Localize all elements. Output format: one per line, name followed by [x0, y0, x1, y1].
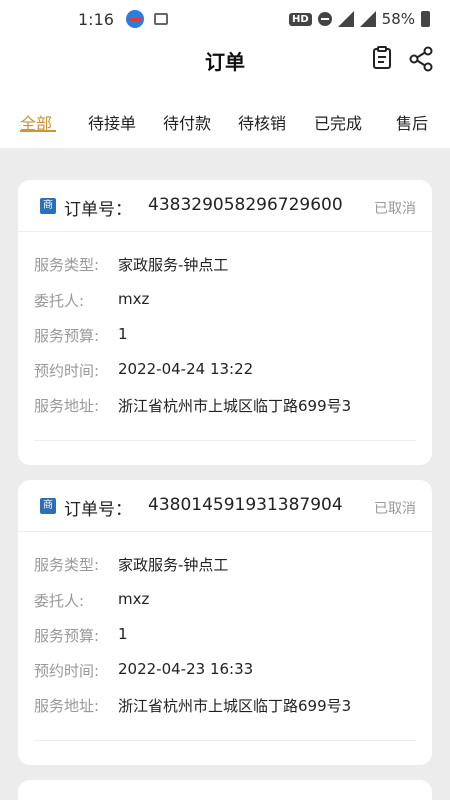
- address-value: 浙江省杭州市上城区临丁路699号3: [118, 397, 352, 415]
- order-card-partial[interactable]: [18, 780, 432, 800]
- shop-icon: 商: [40, 498, 56, 514]
- budget-value: 1: [118, 625, 128, 643]
- address-label: 服务地址:: [34, 397, 100, 415]
- status-indicators: HD 58%: [288, 10, 430, 28]
- time-value: 2022-04-24 13:22: [118, 360, 254, 378]
- card-divider: [34, 440, 416, 441]
- battery-icon: [421, 11, 430, 27]
- status-bar: 1:16 HD 58%: [0, 0, 450, 38]
- order-number-label: 订单号：: [64, 200, 132, 220]
- order-card-header: 商 订单号： 438329058296729600 已取消: [18, 180, 432, 232]
- clipboard-icon[interactable]: [372, 46, 392, 70]
- order-card-header: 商 订单号： 438014591931387904 已取消: [18, 480, 432, 532]
- battery-percent: 58%: [381, 10, 415, 28]
- order-card[interactable]: 商 订单号： 438329058296729600 已取消 服务类型: 家政服务…: [18, 180, 432, 465]
- time-label: 预约时间:: [34, 362, 100, 380]
- card-divider: [34, 740, 416, 741]
- time-value: 2022-04-23 16:33: [118, 660, 254, 678]
- do-not-disturb-icon: [317, 12, 332, 26]
- order-status: 已取消: [374, 201, 416, 217]
- order-number-label: 订单号：: [64, 500, 132, 520]
- image-notification-icon: [153, 13, 168, 25]
- tab-pending-payment[interactable]: 待付款: [163, 110, 211, 134]
- tab-after-sales[interactable]: 售后: [396, 110, 428, 134]
- order-number: 438014591931387904: [148, 495, 343, 515]
- service-type-value: 家政服务-钟点工: [118, 556, 229, 574]
- order-number: 438329058296729600: [148, 195, 343, 215]
- hd-voice-icon: HD: [288, 12, 312, 26]
- service-type-value: 家政服务-钟点工: [118, 256, 229, 274]
- nav-bar: 订单: [0, 38, 450, 82]
- app-notification-icon: [125, 10, 144, 28]
- status-time: 1:16: [78, 9, 114, 29]
- client-value: mxz: [118, 290, 150, 308]
- order-status: 已取消: [374, 501, 416, 517]
- budget-value: 1: [118, 325, 128, 343]
- service-type-label: 服务类型:: [34, 556, 100, 574]
- active-tab-indicator: [20, 130, 56, 132]
- budget-label: 服务预算:: [34, 627, 100, 645]
- signal-icon-2: [359, 11, 376, 27]
- signal-icon: [337, 11, 354, 27]
- order-card[interactable]: 商 订单号： 438014591931387904 已取消 服务类型: 家政服务…: [18, 480, 432, 765]
- client-label: 委托人:: [34, 292, 85, 310]
- client-value: mxz: [118, 590, 150, 608]
- service-type-label: 服务类型:: [34, 256, 100, 274]
- tab-pending-accept[interactable]: 待接单: [88, 110, 136, 134]
- tab-pending-verify[interactable]: 待核销: [238, 110, 286, 134]
- address-label: 服务地址:: [34, 697, 100, 715]
- tab-completed[interactable]: 已完成: [314, 110, 362, 134]
- address-value: 浙江省杭州市上城区临丁路699号3: [118, 697, 352, 715]
- shop-icon: 商: [40, 198, 56, 214]
- time-label: 预约时间:: [34, 662, 100, 680]
- client-label: 委托人:: [34, 592, 85, 610]
- order-tabs: 全部 待接单 待付款 待核销 已完成 售后: [0, 82, 450, 148]
- budget-label: 服务预算:: [34, 327, 100, 345]
- share-icon[interactable]: [408, 46, 434, 72]
